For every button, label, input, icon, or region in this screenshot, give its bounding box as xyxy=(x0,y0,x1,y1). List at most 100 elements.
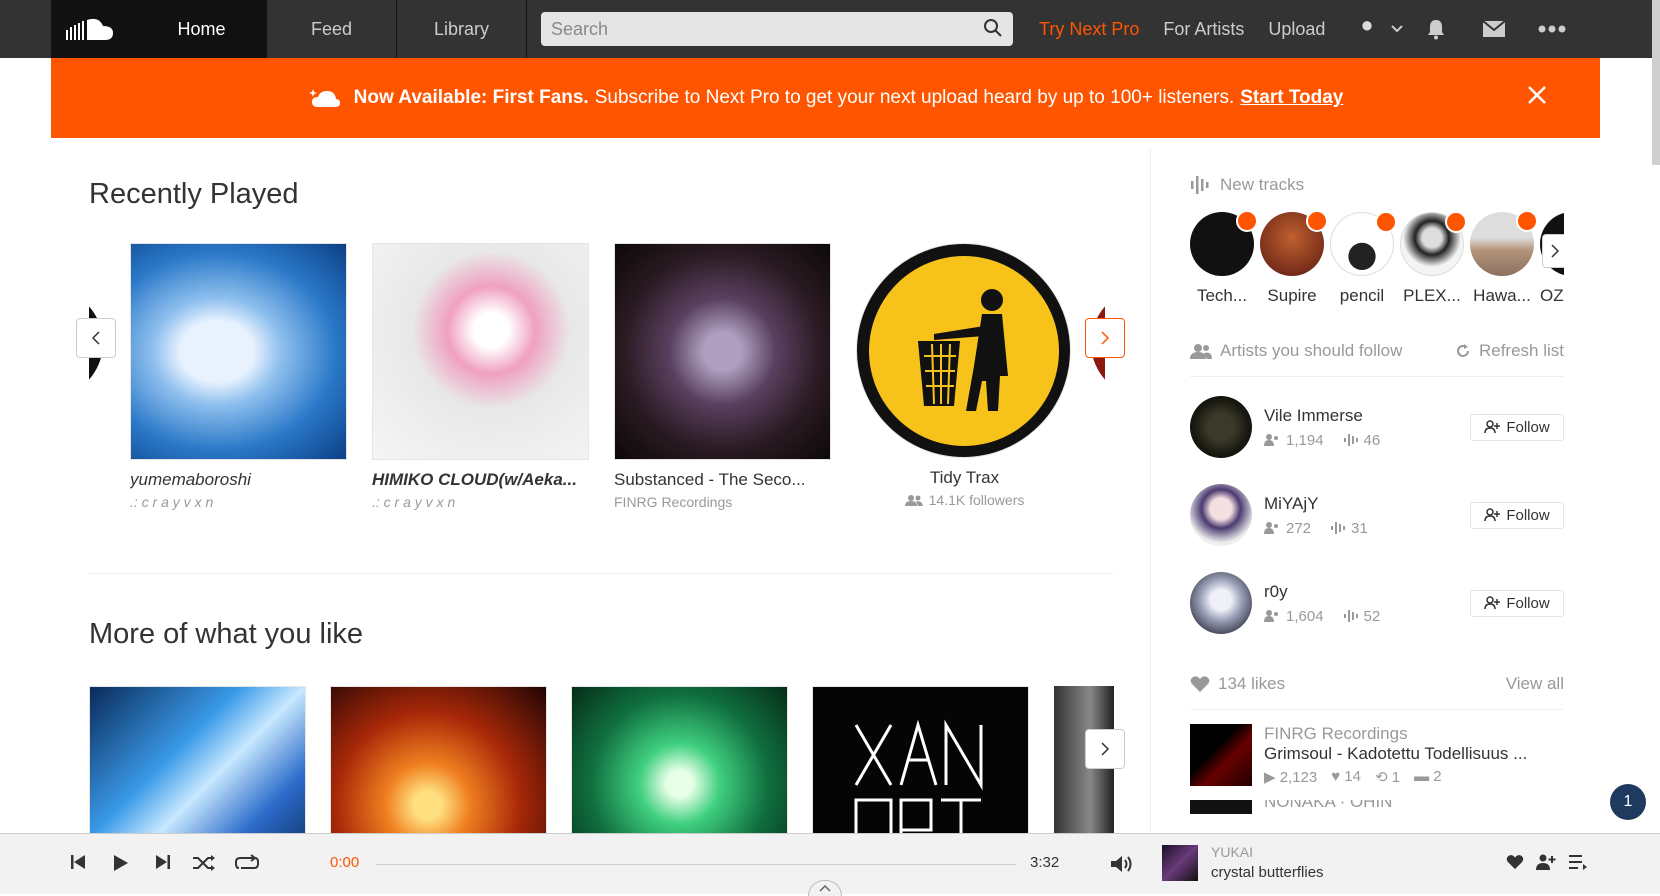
new-tracks-next-button[interactable] xyxy=(1542,234,1564,268)
new-track-label[interactable]: pencil xyxy=(1330,286,1394,306)
album-art[interactable] xyxy=(130,243,347,460)
volume-icon[interactable] xyxy=(1110,854,1134,879)
card-subtitle[interactable]: .: c r a y v x n xyxy=(372,494,589,510)
likes-count-label[interactable]: 134 likes xyxy=(1218,674,1285,694)
carousel-next-button[interactable] xyxy=(1085,318,1125,358)
new-track-label[interactable]: Supire xyxy=(1260,286,1324,306)
recently-played-card[interactable]: yumemaboroshi .: c r a y v x n xyxy=(130,243,347,510)
tab-home[interactable]: Home xyxy=(137,0,267,58)
new-track-label[interactable]: PLEX... xyxy=(1400,286,1464,306)
new-track-item[interactable]: Supire xyxy=(1260,212,1328,306)
follow-button[interactable]: Follow xyxy=(1470,589,1564,617)
artist-name[interactable]: MiYAjY xyxy=(1264,494,1470,514)
comments-count: 2 xyxy=(1433,768,1442,785)
new-track-label[interactable]: Tech... xyxy=(1190,286,1254,306)
avatar[interactable] xyxy=(1260,212,1328,276)
track-user[interactable]: NONAKA · OHIN xyxy=(1264,800,1564,812)
now-playing-art[interactable] xyxy=(1162,845,1198,881)
liked-track-row[interactable]: NONAKA · OHIN xyxy=(1190,800,1564,814)
card-title[interactable]: HIMIKO CLOUD(w/Aeka... xyxy=(372,470,589,490)
carousel-next-button[interactable] xyxy=(1085,729,1125,769)
play-icon[interactable] xyxy=(113,854,129,877)
notifications-count-badge[interactable]: 1 xyxy=(1610,784,1646,820)
add-user-icon xyxy=(1484,596,1501,610)
for-artists-link[interactable]: For Artists xyxy=(1151,0,1256,58)
avatar[interactable] xyxy=(1190,572,1252,634)
liked-track-row[interactable]: FINRG Recordings Grimsoul - Kadotettu To… xyxy=(1190,724,1564,786)
progress-bar[interactable] xyxy=(376,864,1016,865)
view-all-link[interactable]: View all xyxy=(1506,674,1564,694)
avatar[interactable] xyxy=(1470,212,1538,276)
more-options-icon[interactable] xyxy=(1523,0,1581,58)
track-title[interactable]: Grimsoul - Kadotettu Todellisuus ... xyxy=(1264,744,1564,764)
album-art[interactable] xyxy=(571,686,788,833)
avatar[interactable] xyxy=(1190,484,1252,546)
track-user[interactable]: FINRG Recordings xyxy=(1264,724,1564,744)
recently-played-card[interactable]: Substanced - The Seco... FINRG Recording… xyxy=(614,243,831,510)
follow-button[interactable]: Follow xyxy=(1470,501,1564,529)
sidebar-separator xyxy=(1150,148,1151,838)
avatar[interactable] xyxy=(1190,396,1252,458)
new-track-item[interactable]: pencil xyxy=(1330,212,1397,306)
avatar[interactable] xyxy=(1330,212,1397,276)
artist-followers: 1,194 xyxy=(1264,432,1324,449)
follow-button[interactable]: Follow xyxy=(1470,413,1564,441)
like-heart-icon[interactable] xyxy=(1506,854,1524,875)
carousel-prev-button[interactable] xyxy=(76,318,116,358)
repeat-icon[interactable] xyxy=(235,854,259,877)
user-menu[interactable] xyxy=(1337,0,1407,58)
tidy-trax-avatar[interactable] xyxy=(856,243,1071,458)
previous-track-icon[interactable] xyxy=(70,854,86,875)
refresh-list-button[interactable]: Refresh list xyxy=(1455,341,1564,361)
chevron-up-icon xyxy=(819,885,831,892)
card-title[interactable]: yumemaboroshi xyxy=(130,470,347,490)
start-today-link[interactable]: Start Today xyxy=(1240,87,1343,109)
card-title[interactable]: Tidy Trax xyxy=(856,468,1073,488)
suggestion-card[interactable] xyxy=(89,686,306,833)
suggestion-card[interactable] xyxy=(812,686,1029,833)
soundcloud-logo-icon[interactable] xyxy=(51,0,137,58)
queue-icon[interactable] xyxy=(1568,854,1588,875)
new-track-item[interactable]: Tech... xyxy=(1190,212,1258,306)
suggestion-card[interactable] xyxy=(330,686,547,833)
album-art[interactable] xyxy=(330,686,547,833)
tab-feed[interactable]: Feed xyxy=(267,0,397,58)
album-art[interactable] xyxy=(372,243,589,460)
search-input[interactable] xyxy=(541,12,1013,46)
card-subtitle[interactable]: FINRG Recordings xyxy=(614,494,831,510)
scrollbar[interactable] xyxy=(1652,0,1660,165)
card-title[interactable]: Substanced - The Seco... xyxy=(614,470,831,490)
search-icon[interactable] xyxy=(983,18,1003,43)
tab-library[interactable]: Library xyxy=(397,0,527,58)
album-art[interactable] xyxy=(1190,724,1252,786)
recently-played-artist-card[interactable]: Tidy Trax 14.1K followers xyxy=(856,243,1073,508)
album-art[interactable] xyxy=(614,243,831,460)
suggestion-card[interactable] xyxy=(571,686,788,833)
follow-artist-icon[interactable] xyxy=(1536,854,1556,875)
album-art[interactable] xyxy=(812,686,1029,833)
refresh-list-label[interactable]: Refresh list xyxy=(1479,341,1564,361)
section-divider xyxy=(89,573,1114,574)
close-icon[interactable] xyxy=(1526,84,1548,112)
shuffle-icon[interactable] xyxy=(192,854,216,877)
now-playing-title[interactable]: crystal butterflies xyxy=(1211,864,1324,881)
next-track-icon[interactable] xyxy=(155,854,171,875)
new-track-item[interactable]: PLEX... xyxy=(1400,212,1467,306)
artist-followers: 1,604 xyxy=(1264,608,1324,625)
artist-name[interactable]: r0y xyxy=(1264,582,1470,602)
avatar[interactable] xyxy=(1400,212,1467,276)
album-art[interactable] xyxy=(89,686,306,833)
new-track-label[interactable]: OZ xyxy=(1540,286,1564,306)
card-subtitle[interactable]: .: c r a y v x n xyxy=(130,494,347,510)
new-track-label[interactable]: Hawa... xyxy=(1470,286,1534,306)
now-playing-artist[interactable]: YUKAI xyxy=(1211,844,1253,860)
try-next-pro-link[interactable]: Try Next Pro xyxy=(1013,0,1151,58)
notifications-bell-icon[interactable] xyxy=(1407,0,1465,58)
messages-envelope-icon[interactable] xyxy=(1465,0,1523,58)
avatar[interactable] xyxy=(1190,212,1258,276)
recently-played-card[interactable]: HIMIKO CLOUD(w/Aeka... .: c r a y v x n xyxy=(372,243,589,510)
album-art[interactable] xyxy=(1190,800,1252,814)
artist-name[interactable]: Vile Immerse xyxy=(1264,406,1470,426)
new-track-item[interactable]: Hawa... xyxy=(1470,212,1538,306)
upload-link[interactable]: Upload xyxy=(1256,0,1337,58)
